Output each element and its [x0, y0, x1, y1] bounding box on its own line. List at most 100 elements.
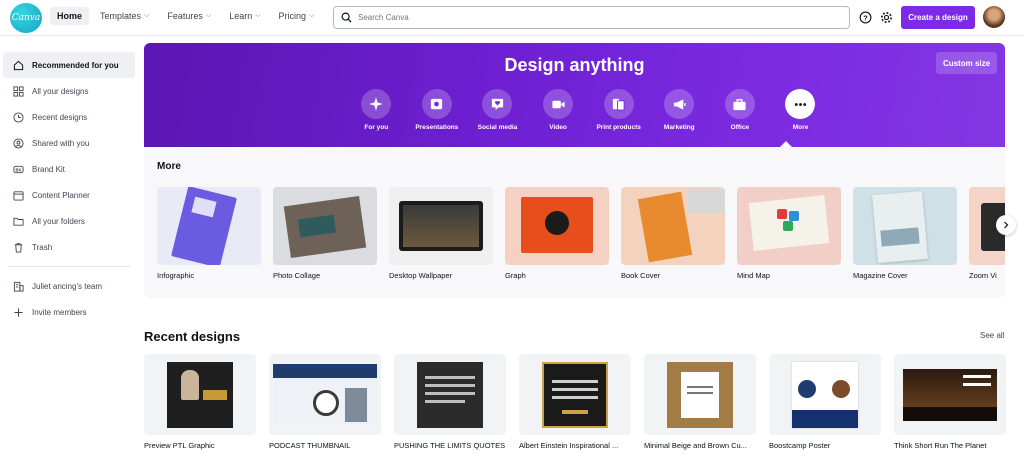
magazine-cover-thumbnail	[853, 187, 957, 265]
thumbnail-label: Magazine Cover	[853, 271, 908, 280]
sidebar-team-label: Juliet ancing's team	[32, 281, 103, 291]
recent-designs-row: Preview PTL Graphic PODCAST THUMBNAIL PU…	[144, 354, 1006, 450]
thumbnail-label: Desktop Wallpaper	[389, 271, 453, 280]
svg-text:?: ?	[863, 13, 868, 22]
recent-designs-title: Recent designs	[144, 329, 241, 344]
chevron-down-icon: ⌵	[205, 12, 212, 19]
recent-design-thumbnail	[894, 354, 1006, 435]
canva-logo[interactable]: Canva	[10, 3, 42, 33]
question-circle-icon[interactable]: ?	[858, 10, 872, 24]
sidebar-item-folders[interactable]: All your folders	[3, 208, 135, 234]
briefcase-icon	[733, 98, 746, 110]
home-icon	[13, 60, 24, 70]
nav-learn[interactable]: Learn ⌵	[222, 7, 267, 25]
avatar[interactable]	[983, 6, 1005, 28]
category-presentations[interactable]: Presentations	[407, 89, 468, 131]
sidebar-item-label: Shared with you	[32, 138, 90, 148]
category-video[interactable]: Video	[528, 89, 589, 131]
building-icon	[13, 281, 24, 292]
sidebar: Recommended for you All your designs Rec…	[0, 52, 138, 325]
category-marketing[interactable]: Marketing	[649, 89, 710, 131]
recent-design-card[interactable]: Minimal Beige and Brown Cu...	[644, 354, 756, 450]
category-bar: For you Presentations Social media Video…	[346, 89, 831, 131]
print-icon	[613, 98, 625, 111]
more-title: More	[157, 161, 181, 172]
thumbnail-label: Graph	[505, 271, 526, 280]
see-all-link[interactable]: See all	[980, 331, 1004, 340]
category-for-you[interactable]: For you	[346, 89, 407, 131]
clock-icon	[13, 111, 24, 123]
chevron-down-icon: ⌵	[255, 12, 261, 19]
book-cover-thumbnail	[621, 187, 725, 265]
category-more[interactable]: More	[770, 89, 831, 131]
recent-design-card[interactable]: Preview PTL Graphic	[144, 354, 256, 450]
sidebar-item-label: Recent designs	[32, 112, 88, 122]
search-bar[interactable]	[333, 6, 850, 29]
sidebar-item-label: Content Planner	[32, 190, 90, 200]
people-icon	[13, 137, 24, 149]
megaphone-icon	[673, 98, 686, 110]
create-design-button[interactable]: Create a design	[901, 6, 975, 29]
recent-design-thumbnail	[519, 354, 631, 435]
more-thumbnails: Infographic Photo Collage Desktop Wallpa…	[157, 187, 1005, 280]
nav-home[interactable]: Home	[50, 7, 90, 25]
recent-design-card[interactable]: Think Short Run The Planet	[894, 354, 1006, 450]
sidebar-item-shared[interactable]: Shared with you	[3, 130, 135, 156]
presentation-icon	[431, 98, 443, 109]
recent-design-card[interactable]: PODCAST THUMBNAIL	[269, 354, 381, 450]
sidebar-item-all-designs[interactable]: All your designs	[3, 78, 135, 104]
sidebar-invite-label: Invite members	[32, 307, 87, 317]
nav-templates[interactable]: Templates ⌵	[93, 7, 156, 25]
trash-icon	[14, 242, 23, 253]
plus-icon	[14, 307, 23, 317]
sidebar-item-trash[interactable]: Trash	[3, 234, 135, 260]
recent-design-label: Minimal Beige and Brown Cu...	[644, 441, 747, 450]
main-nav: Home Templates ⌵ Features ⌵ Learn ⌵ Pricing…	[50, 7, 321, 25]
design-type-photo-collage[interactable]: Photo Collage	[273, 187, 377, 280]
nav-features[interactable]: Features ⌵	[160, 7, 218, 25]
desktop-wallpaper-thumbnail	[389, 187, 493, 265]
sidebar-item-label: All your folders	[32, 216, 85, 226]
sidebar-item-content-planner[interactable]: Content Planner	[3, 182, 135, 208]
category-label: Social media	[477, 124, 518, 131]
design-type-infographic[interactable]: Infographic	[157, 187, 261, 280]
sidebar-item-brand-kit[interactable]: BK Brand Kit	[3, 156, 135, 182]
sidebar-team[interactable]: Juliet ancing's team	[3, 273, 135, 299]
grid-icon	[13, 85, 24, 97]
chevron-down-icon: ⌵	[144, 12, 150, 19]
sidebar-invite-members[interactable]: Invite members	[3, 299, 135, 325]
sidebar-item-recommended[interactable]: Recommended for you	[3, 52, 135, 78]
thumbnail-label: Mind Map	[737, 271, 770, 280]
recent-design-thumbnail	[644, 354, 756, 435]
thumbnail-label: Zoom Vi	[969, 271, 997, 280]
design-type-desktop-wallpaper[interactable]: Desktop Wallpaper	[389, 187, 493, 280]
recent-design-thumbnail	[269, 354, 381, 435]
recent-design-thumbnail	[144, 354, 256, 435]
nav-learn-label: Learn	[229, 11, 253, 21]
sidebar-item-label: Trash	[32, 242, 53, 252]
nav-pricing[interactable]: Pricing ⌵	[272, 7, 322, 25]
search-input[interactable]	[358, 13, 838, 22]
recent-design-card[interactable]: Boostcamp Poster	[769, 354, 881, 450]
recent-design-card[interactable]: PUSHING THE LIMITS QUOTES	[394, 354, 506, 450]
nav-pricing-label: Pricing	[278, 11, 307, 21]
recent-design-card[interactable]: Albert Einstein Inspirational ...	[519, 354, 631, 450]
carousel-next-button[interactable]	[996, 215, 1016, 235]
sidebar-item-recent[interactable]: Recent designs	[3, 104, 135, 130]
custom-size-button[interactable]: Custom size	[936, 52, 997, 74]
design-type-book-cover[interactable]: Book Cover	[621, 187, 725, 280]
design-type-graph[interactable]: Graph	[505, 187, 609, 280]
design-type-mind-map[interactable]: Mind Map	[737, 187, 841, 280]
design-type-magazine-cover[interactable]: Magazine Cover	[853, 187, 957, 280]
photo-collage-thumbnail	[273, 187, 377, 265]
category-print-products[interactable]: Print products	[588, 89, 649, 131]
sparkle-icon	[369, 97, 384, 111]
category-social-media[interactable]: Social media	[467, 89, 528, 131]
mind-map-thumbnail	[737, 187, 841, 265]
category-office[interactable]: Office	[710, 89, 771, 131]
more-panel: More Infographic Photo Collage Desktop W…	[144, 147, 1005, 298]
recent-design-label: PUSHING THE LIMITS QUOTES	[394, 441, 506, 450]
gear-icon[interactable]	[879, 10, 893, 24]
design-type-zoom[interactable]: Zoom Vi	[969, 187, 1005, 280]
brand-kit-icon: BK	[13, 165, 24, 173]
